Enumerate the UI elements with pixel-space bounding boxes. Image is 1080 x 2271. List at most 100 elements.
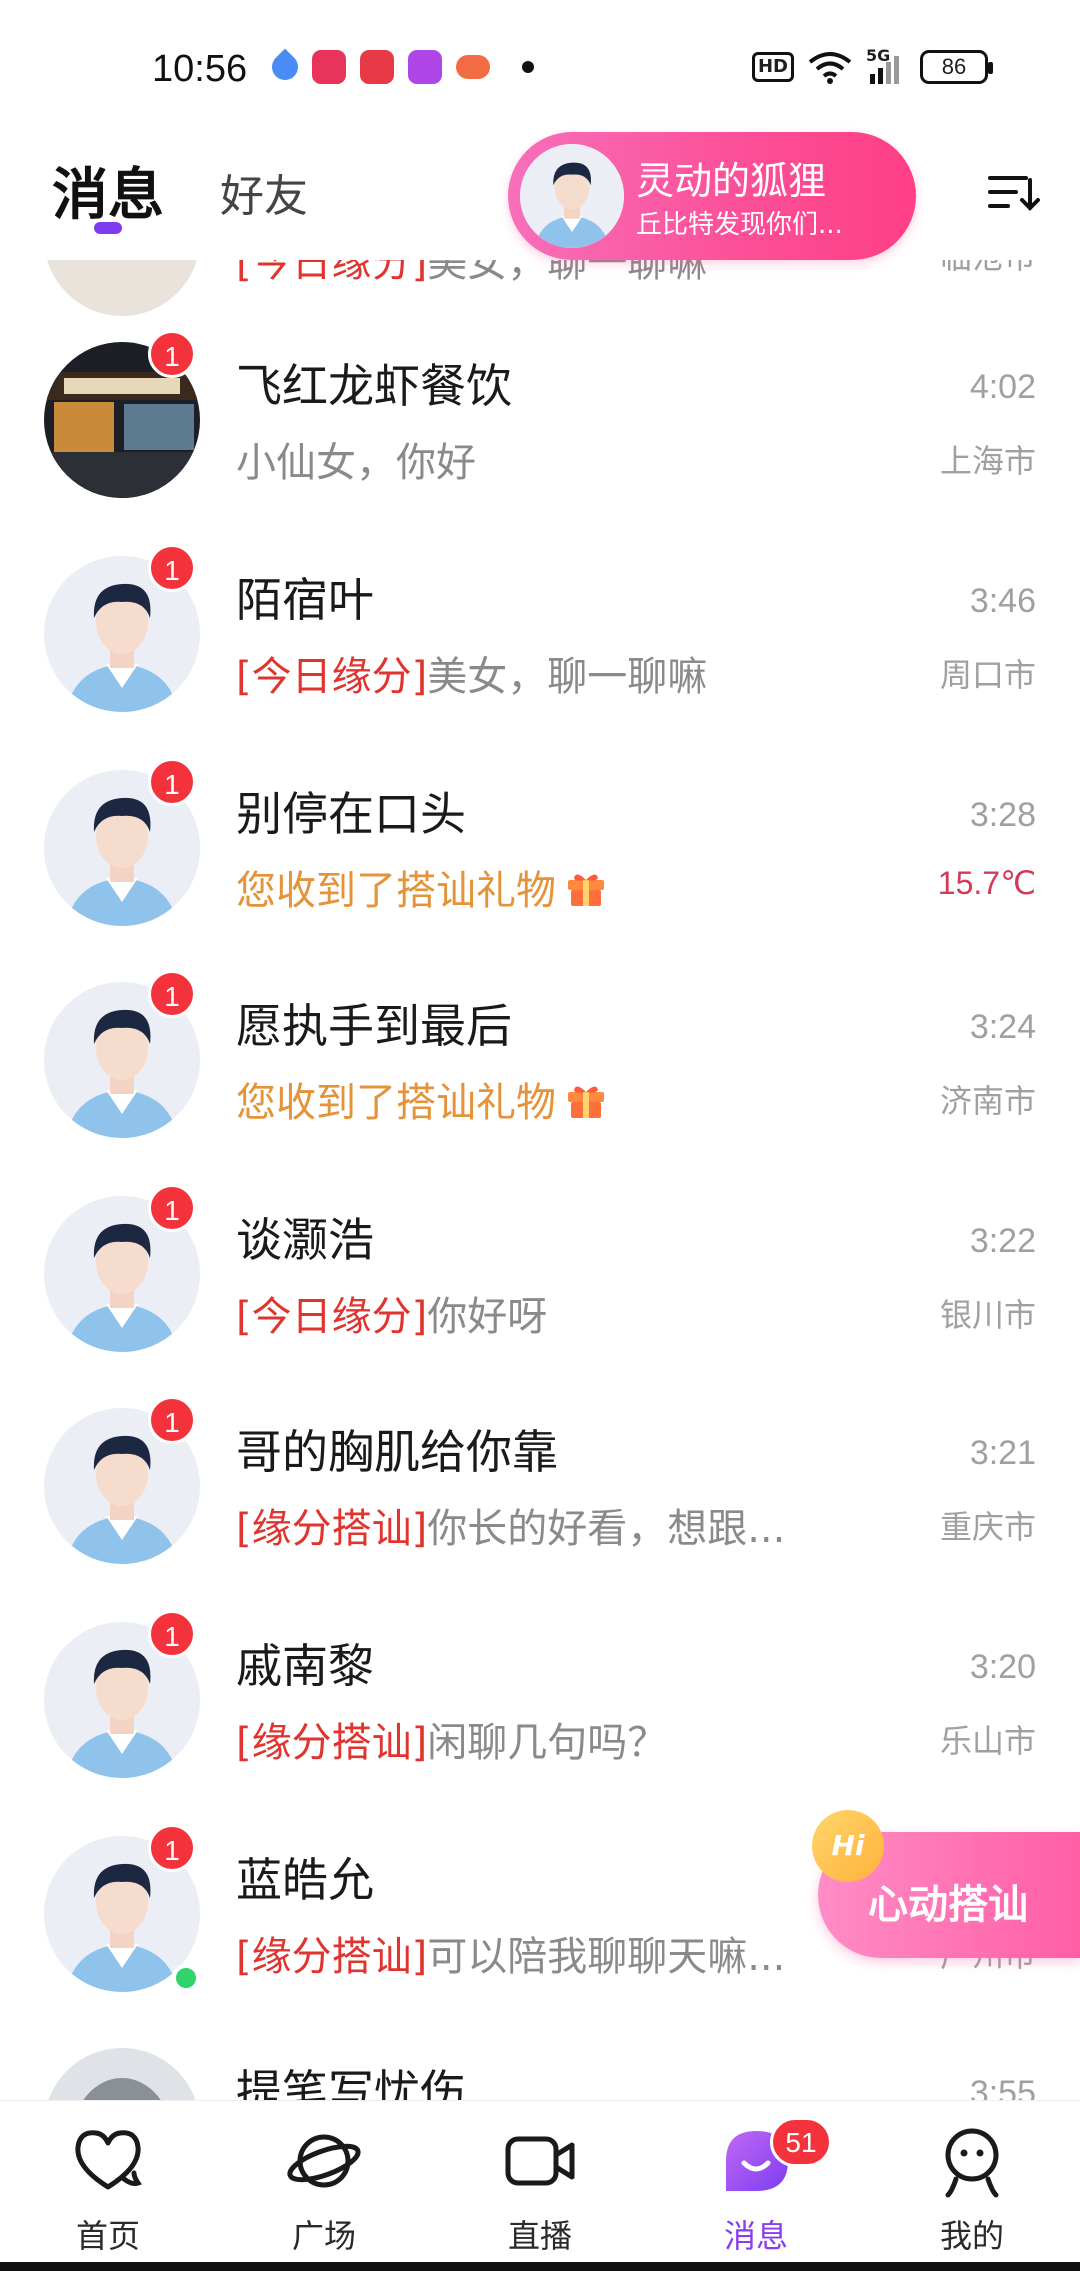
match-name: 灵动的狐狸: [636, 159, 827, 203]
heart-chat-label: 心动搭讪: [868, 1882, 1028, 1928]
nav-home-label: 首页: [75, 2217, 140, 2255]
list-item[interactable]: 1 谈灏浩 [今日缘分]你好呀 3:22 银川市: [0, 1174, 1080, 1388]
contact-name: 谈灏浩: [236, 1213, 374, 1267]
unread-badge: 1: [148, 970, 196, 1018]
unread-badge: 1: [148, 1824, 196, 1872]
unread-badge: 1: [148, 330, 196, 378]
chat-app-icon: [408, 50, 442, 84]
location-label: 15.7℃: [937, 865, 1036, 901]
list-item[interactable]: 1 飞红龙虾餐饮小仙女，你好 4:02 上海市: [0, 320, 1080, 534]
unread-badge: 1: [148, 1610, 196, 1658]
unread-badge: 1: [148, 544, 196, 592]
nav-home[interactable]: 首页: [0, 2101, 216, 2271]
contact-name: 愿执手到最后: [236, 999, 512, 1053]
status-app-icons: [266, 48, 534, 86]
preview-text: 您收到了搭讪礼物: [236, 868, 556, 914]
game-app-icon: [456, 55, 490, 79]
message-time: 3:21: [969, 1434, 1036, 1472]
message-time: 3:46: [969, 582, 1036, 620]
match-notification[interactable]: 灵动的狐狸 丘比特发现你们...: [508, 132, 916, 260]
wifi-icon: [808, 52, 852, 84]
video-camera-icon: [505, 2136, 575, 2186]
nav-live[interactable]: 直播: [432, 2101, 648, 2271]
message-preview: [缘分搭讪]闲聊几句吗？: [236, 1710, 667, 1768]
location-label: 银川市: [939, 1296, 1036, 1334]
tab-friends[interactable]: 好友: [220, 160, 308, 224]
hd-icon: HD: [751, 52, 794, 82]
tab-active-indicator: [94, 222, 122, 234]
default-male-avatar-icon: [520, 144, 624, 248]
heart-chat-icon: [75, 2130, 142, 2190]
nav-live-label: 直播: [507, 2217, 572, 2255]
location-label: 周口市: [939, 656, 1036, 694]
list-item[interactable]: 1 愿执手到最后您收到了搭讪礼物 3:24 济南市: [0, 960, 1080, 1174]
status-bar: 10:56 HD 5G 86: [0, 0, 1080, 130]
nav-mine[interactable]: 我的: [864, 2101, 1080, 2271]
location-label: 济南市: [939, 1082, 1036, 1120]
contact-name: 戚南黎: [236, 1639, 374, 1693]
bottom-nav: 首页 广场 直播 51 消息 我的: [0, 2100, 1080, 2271]
message-preview: 您收到了搭讪礼物: [236, 858, 608, 916]
gift-icon: [568, 1086, 604, 1118]
message-preview: 小仙女，你好: [236, 430, 476, 488]
contact-name: 提笔写忧伤: [236, 2065, 466, 2100]
list-item[interactable]: 提笔写忧伤 3:55: [0, 2026, 1080, 2100]
preview-text: 可以陪我聊聊天嘛...: [427, 1934, 786, 1980]
nav-mine-label: 我的: [939, 2217, 1004, 2255]
list-item[interactable]: 1 陌宿叶 [今日缘分]美女，聊一聊嘛 3:46 周口市: [0, 534, 1080, 748]
planet-icon: [287, 2134, 361, 2188]
camera-app-icon: [360, 50, 394, 84]
avatar: [44, 260, 200, 316]
battery-icon: 86: [920, 50, 993, 84]
profile-robot-icon: [945, 2128, 999, 2198]
conversation-list[interactable]: [今日缘分]美女，聊一聊嘛 临沧市 1飞红龙虾餐饮小仙女，你好4:02上海市1陌…: [0, 260, 1080, 2100]
location-label: 乐山市: [939, 1722, 1036, 1760]
nav-plaza[interactable]: 广场: [216, 2101, 432, 2271]
avatar[interactable]: [44, 2048, 200, 2100]
list-item[interactable]: 1 别停在口头 您收到了搭讪礼物 3:28 15.7℃: [0, 748, 1080, 962]
list-item[interactable]: 1 戚南黎 [缘分搭讪]闲聊几句吗？ 3:20 乐山市: [0, 1600, 1080, 1814]
contact-name: 陌宿叶: [236, 573, 374, 627]
signal-icon: 5G: [866, 46, 906, 84]
preview-text: 小仙女，你好: [236, 440, 476, 486]
preview-text: 你长的好看，想跟...: [427, 1506, 786, 1552]
preview-text: 美女，聊一聊嘛: [427, 654, 708, 700]
location-label: 上海市: [939, 442, 1036, 480]
message-preview: [缘分搭讪]可以陪我聊聊天嘛...: [236, 1924, 785, 1982]
more-notifications-dot: [522, 61, 534, 73]
message-time: 3:55: [969, 2074, 1036, 2100]
nav-messages-label: 消息: [723, 2217, 788, 2255]
message-preview: [今日缘分]美女，聊一聊嘛: [236, 260, 708, 286]
unread-badge: 1: [148, 1396, 196, 1444]
menu-list-icon[interactable]: [986, 164, 1042, 220]
message-time: 3:20: [969, 1648, 1036, 1686]
match-avatar: [520, 144, 624, 248]
preview-text: 闲聊几句吗？: [427, 1720, 668, 1766]
tab-messages[interactable]: 消息: [52, 150, 164, 231]
preview-tag: [缘分搭讪]: [236, 1506, 428, 1552]
unread-badge: 1: [148, 1184, 196, 1232]
messages-count-badge: 51: [770, 2117, 832, 2167]
unread-badge: 1: [148, 758, 196, 806]
message-preview: 您收到了搭讪礼物: [236, 1070, 608, 1128]
location-label: 临沧市: [940, 260, 1036, 278]
message-preview: [今日缘分]美女，聊一聊嘛: [236, 644, 707, 702]
online-status-dot: [172, 1964, 200, 1992]
contact-name: 蓝皓允: [236, 1853, 374, 1907]
preview-tag: [今日缘分]: [236, 1294, 428, 1340]
message-time: 4:02: [969, 368, 1036, 406]
message-preview: [今日缘分]你好呀: [236, 1284, 547, 1342]
contact-name: 哥的胸肌给你靠: [236, 1425, 558, 1479]
contact-name: 飞红龙虾餐饮: [236, 359, 512, 413]
nav-messages[interactable]: 51 消息: [648, 2101, 864, 2271]
list-item[interactable]: 1 哥的胸肌给你靠 [缘分搭讪]你长的好看，想跟... 3:21 重庆市: [0, 1386, 1080, 1600]
preview-tag: [缘分搭讪]: [236, 1720, 428, 1766]
message-time: 3:24: [969, 1008, 1036, 1046]
message-preview: [缘分搭讪]你长的好看，想跟...: [236, 1496, 785, 1554]
preview-text: 您收到了搭讪礼物: [236, 1080, 556, 1126]
person-photo-icon: [44, 2048, 200, 2100]
status-right: HD 5G 86: [751, 46, 993, 84]
video-app-icon: [312, 50, 346, 84]
preview-tag: [缘分搭讪]: [236, 1934, 428, 1980]
message-time: 3:28: [969, 796, 1036, 834]
